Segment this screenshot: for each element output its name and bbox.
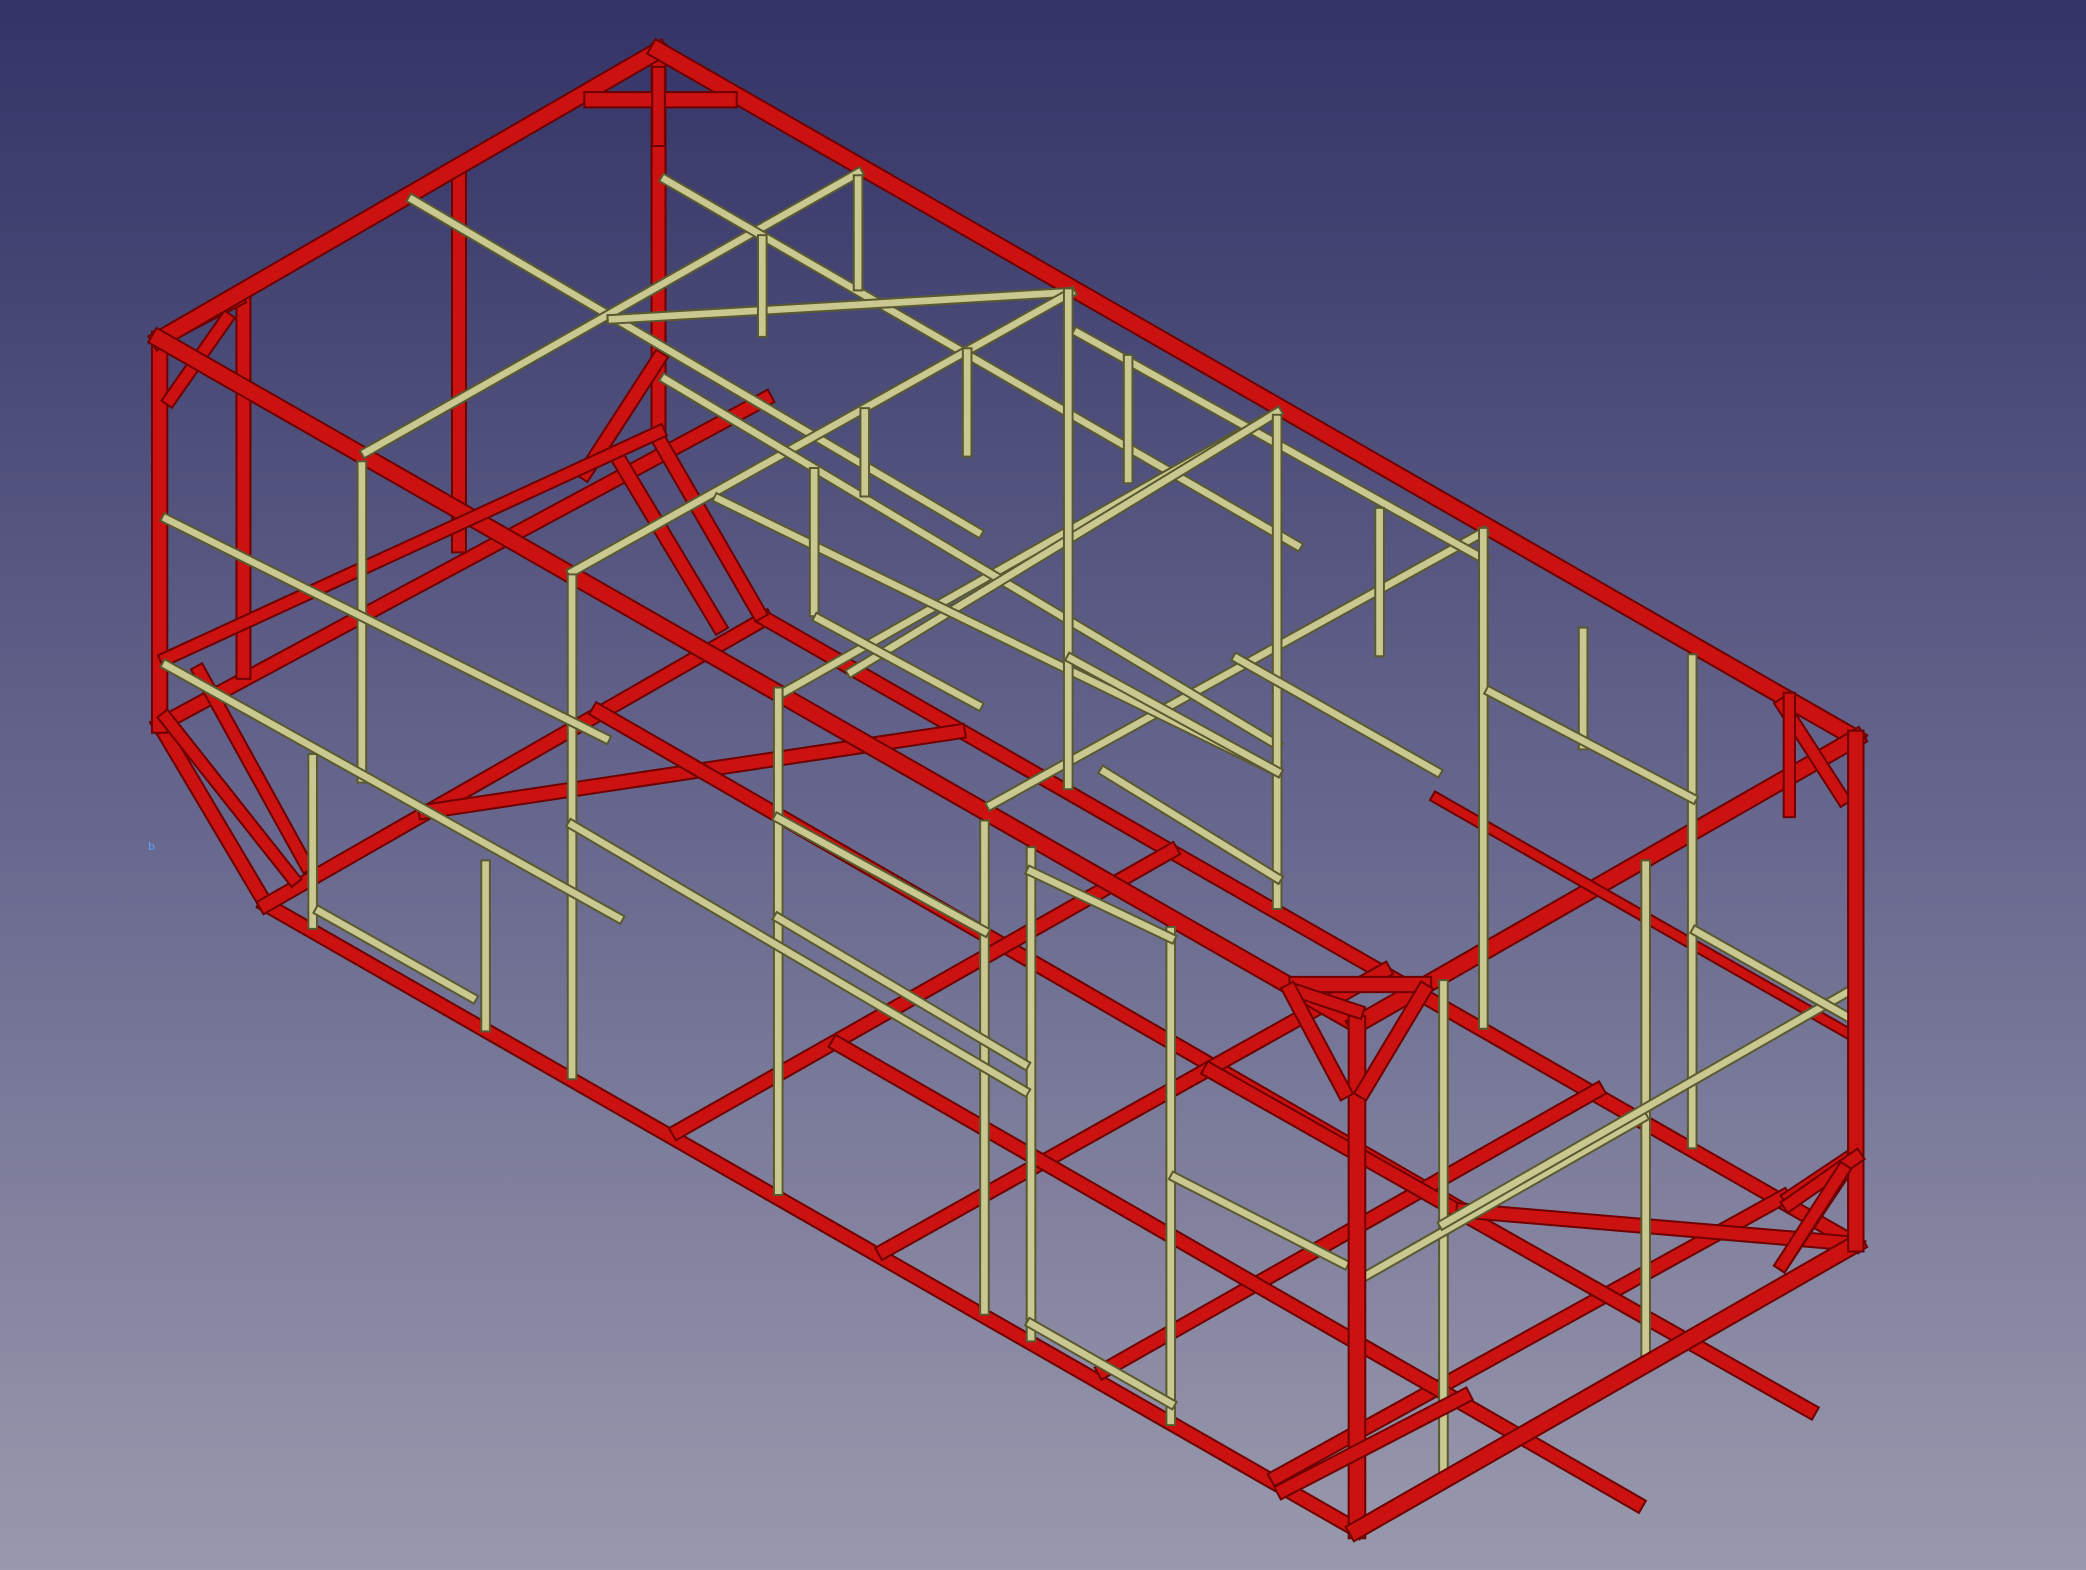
timber-stud[interactable]	[1063, 651, 1285, 779]
timber-stud[interactable]	[405, 192, 986, 540]
steel-beam[interactable]	[255, 893, 1368, 1541]
axis-marker-label: b	[148, 840, 155, 853]
timber-stud[interactable]	[606, 287, 1070, 325]
timber-stud[interactable]	[771, 810, 992, 939]
timber-stud[interactable]	[564, 817, 1032, 1099]
timber-stud[interactable]	[1229, 651, 1445, 779]
timber-stud[interactable]	[1688, 923, 1857, 1025]
steel-beam[interactable]	[647, 428, 770, 623]
timber-stud[interactable]	[1482, 684, 1700, 806]
3d-viewport[interactable]: b	[0, 0, 2086, 1570]
steel-frame-front-group[interactable]	[1273, 729, 1869, 1543]
frame-model-svg[interactable]	[0, 0, 2086, 1570]
